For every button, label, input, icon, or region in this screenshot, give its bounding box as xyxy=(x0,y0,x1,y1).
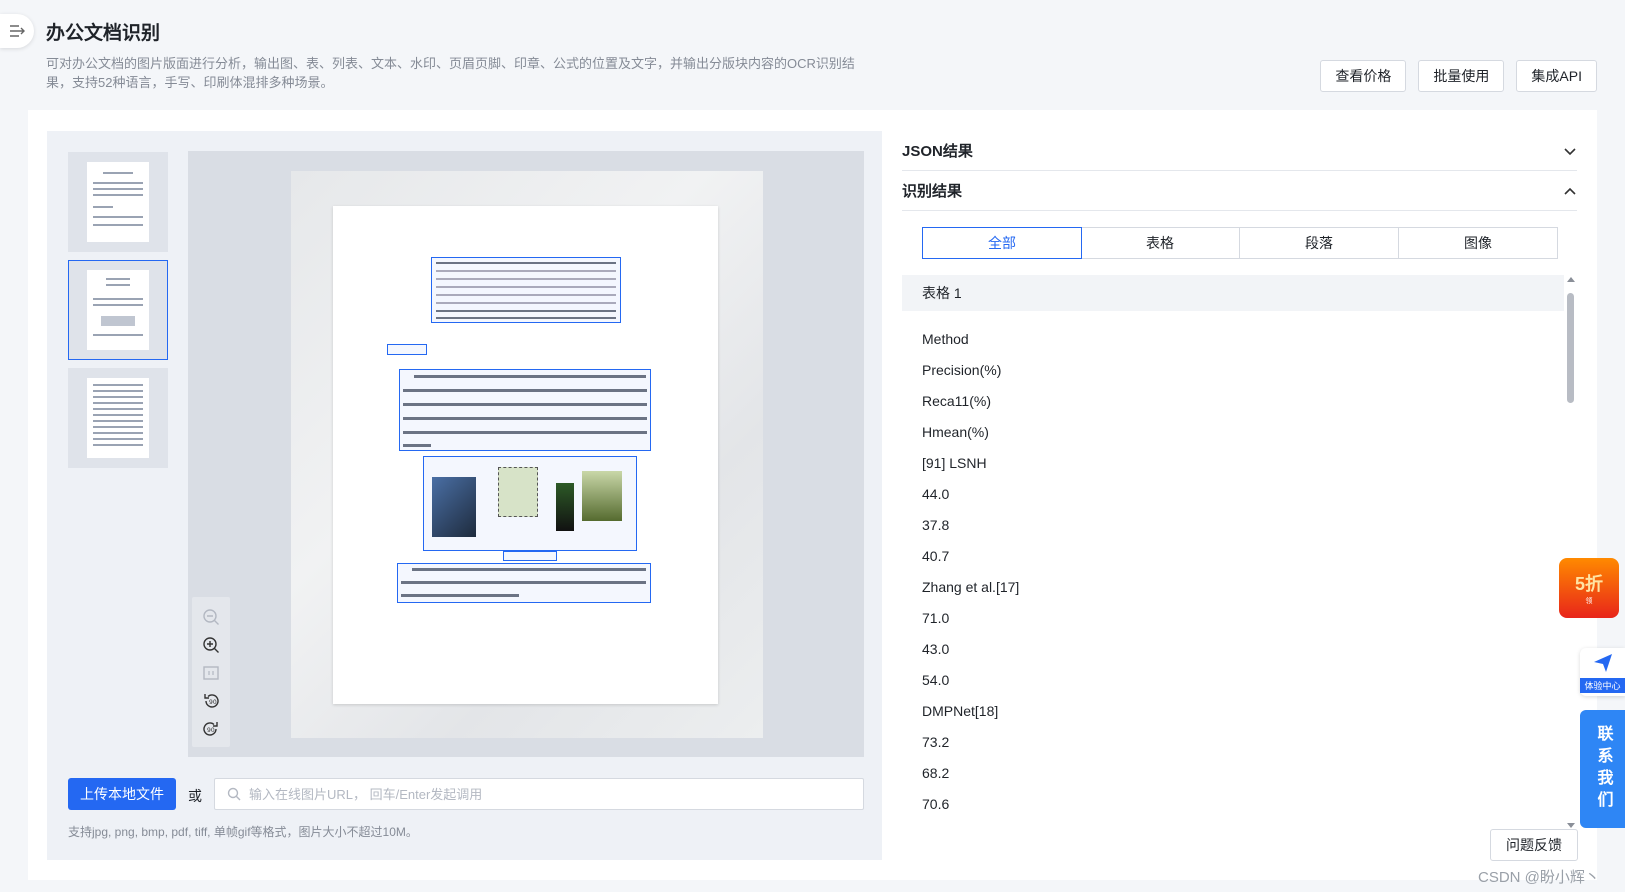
list-item: 54.0 xyxy=(922,671,950,688)
sidebar-toggle-button[interactable] xyxy=(0,14,34,48)
rotate-right-icon[interactable]: 90 xyxy=(200,718,222,740)
watermark: CSDN @盼小辉丶 xyxy=(1478,869,1600,886)
document-viewer[interactable] xyxy=(188,151,864,757)
promo-claim-text: 领 xyxy=(1585,598,1593,605)
recognition-result-title: 识别结果 xyxy=(902,183,963,200)
result-list[interactable]: 表格 1 Method Precision(%) Reca11(%) Hmean… xyxy=(902,275,1564,830)
scrollbar-thumb[interactable] xyxy=(1567,293,1574,403)
list-item: 37.8 xyxy=(922,516,950,533)
or-label: 或 xyxy=(188,788,202,804)
thumbnail-image xyxy=(87,378,149,458)
experience-center-button[interactable]: 体验中心 xyxy=(1580,648,1625,696)
header-actions: 查看价格 批量使用 集成API xyxy=(1320,60,1597,92)
table-cells: Method Precision(%) Reca11(%) Hmean(%) [… xyxy=(902,311,1564,819)
upload-format-hint: 支持jpg, png, bmp, pdf, tiff, 单帧gif等格式，图片大… xyxy=(68,825,418,839)
menu-collapse-icon xyxy=(10,25,25,37)
tab-image[interactable]: 图像 xyxy=(1399,228,1557,258)
thumbnail-image xyxy=(87,162,149,242)
image-url-input[interactable] xyxy=(249,786,863,802)
tab-table[interactable]: 表格 xyxy=(1081,228,1240,258)
integrate-api-button[interactable]: 集成API xyxy=(1516,60,1597,92)
batch-use-button[interactable]: 批量使用 xyxy=(1418,60,1505,92)
list-item: 73.2 xyxy=(922,733,950,750)
list-item: Reca11(%) xyxy=(922,392,991,409)
list-item: 71.0 xyxy=(922,609,950,626)
list-item: 40.7 xyxy=(922,547,950,564)
result-filter-tabs: 全部 表格 段落 图像 xyxy=(922,227,1558,259)
zoom-out-icon[interactable] xyxy=(200,606,222,628)
list-item: Hmean(%) xyxy=(922,423,989,440)
result-scrollbar[interactable] xyxy=(1565,275,1575,830)
detected-table-box[interactable] xyxy=(431,257,621,323)
list-item: 43.0 xyxy=(922,640,950,657)
list-item: DMPNet[18] xyxy=(922,702,999,719)
recognition-result-header[interactable]: 识别结果 xyxy=(902,171,1577,211)
result-group-title: 表格 1 xyxy=(902,275,1564,311)
upload-local-file-button[interactable]: 上传本地文件 xyxy=(68,778,176,810)
detected-caption-box[interactable] xyxy=(503,551,557,561)
image-url-field[interactable] xyxy=(214,778,864,810)
json-result-title: JSON结果 xyxy=(902,143,973,160)
scroll-up-icon xyxy=(1567,277,1575,282)
svg-text:90: 90 xyxy=(209,699,217,706)
detected-paragraph-box[interactable] xyxy=(397,563,651,603)
svg-text:90: 90 xyxy=(207,727,215,734)
contact-us-button[interactable]: 联系我们 xyxy=(1580,710,1625,828)
page-description: 可对办公文档的图片版面进行分析，输出图、表、列表、文本、水印、页眉页脚、印章、公… xyxy=(46,56,855,90)
thumbnail-page-2[interactable] xyxy=(68,260,168,360)
thumbnail-page-3[interactable] xyxy=(68,368,168,468)
rotate-left-icon[interactable]: 90 xyxy=(200,690,222,712)
list-item: [91] LSNH xyxy=(922,454,987,471)
list-item: 70.6 xyxy=(922,795,950,812)
list-item: 68.2 xyxy=(922,764,950,781)
document-page xyxy=(333,206,718,704)
send-icon xyxy=(1593,653,1612,672)
json-result-header[interactable]: JSON结果 xyxy=(902,131,1577,171)
search-icon xyxy=(227,787,241,801)
list-item: Method xyxy=(922,330,969,347)
feedback-button[interactable]: 问题反馈 xyxy=(1490,829,1578,861)
detected-paragraph-box[interactable] xyxy=(399,369,651,451)
thumbnail-page-1[interactable] xyxy=(68,152,168,252)
view-price-button[interactable]: 查看价格 xyxy=(1320,60,1407,92)
zoom-toolbar: 90 90 xyxy=(192,597,230,747)
experience-center-label: 体验中心 xyxy=(1580,677,1625,693)
detected-figure-box[interactable] xyxy=(423,456,637,551)
list-item: Precision(%) xyxy=(922,361,1002,378)
detected-heading-box[interactable] xyxy=(387,344,427,355)
chevron-up-icon xyxy=(1564,187,1576,195)
tab-paragraph[interactable]: 段落 xyxy=(1240,228,1399,258)
list-item: Zhang et al.[17] xyxy=(922,578,1020,595)
tab-all[interactable]: 全部 xyxy=(922,227,1082,259)
list-item: 44.0 xyxy=(922,485,950,502)
thumbnail-image xyxy=(87,270,149,350)
fit-page-icon[interactable] xyxy=(200,662,222,684)
promo-discount-text: 5折 xyxy=(1574,574,1603,594)
results-panel: JSON结果 识别结果 全部 表格 段落 图像 表格 1 Method Prec… xyxy=(902,131,1577,860)
discount-promo-badge[interactable]: 5折 领 xyxy=(1559,558,1619,618)
page-title: 办公文档识别 xyxy=(46,23,161,44)
chevron-down-icon xyxy=(1564,147,1576,155)
page-thumbnails xyxy=(68,152,168,476)
zoom-in-icon[interactable] xyxy=(200,634,222,656)
